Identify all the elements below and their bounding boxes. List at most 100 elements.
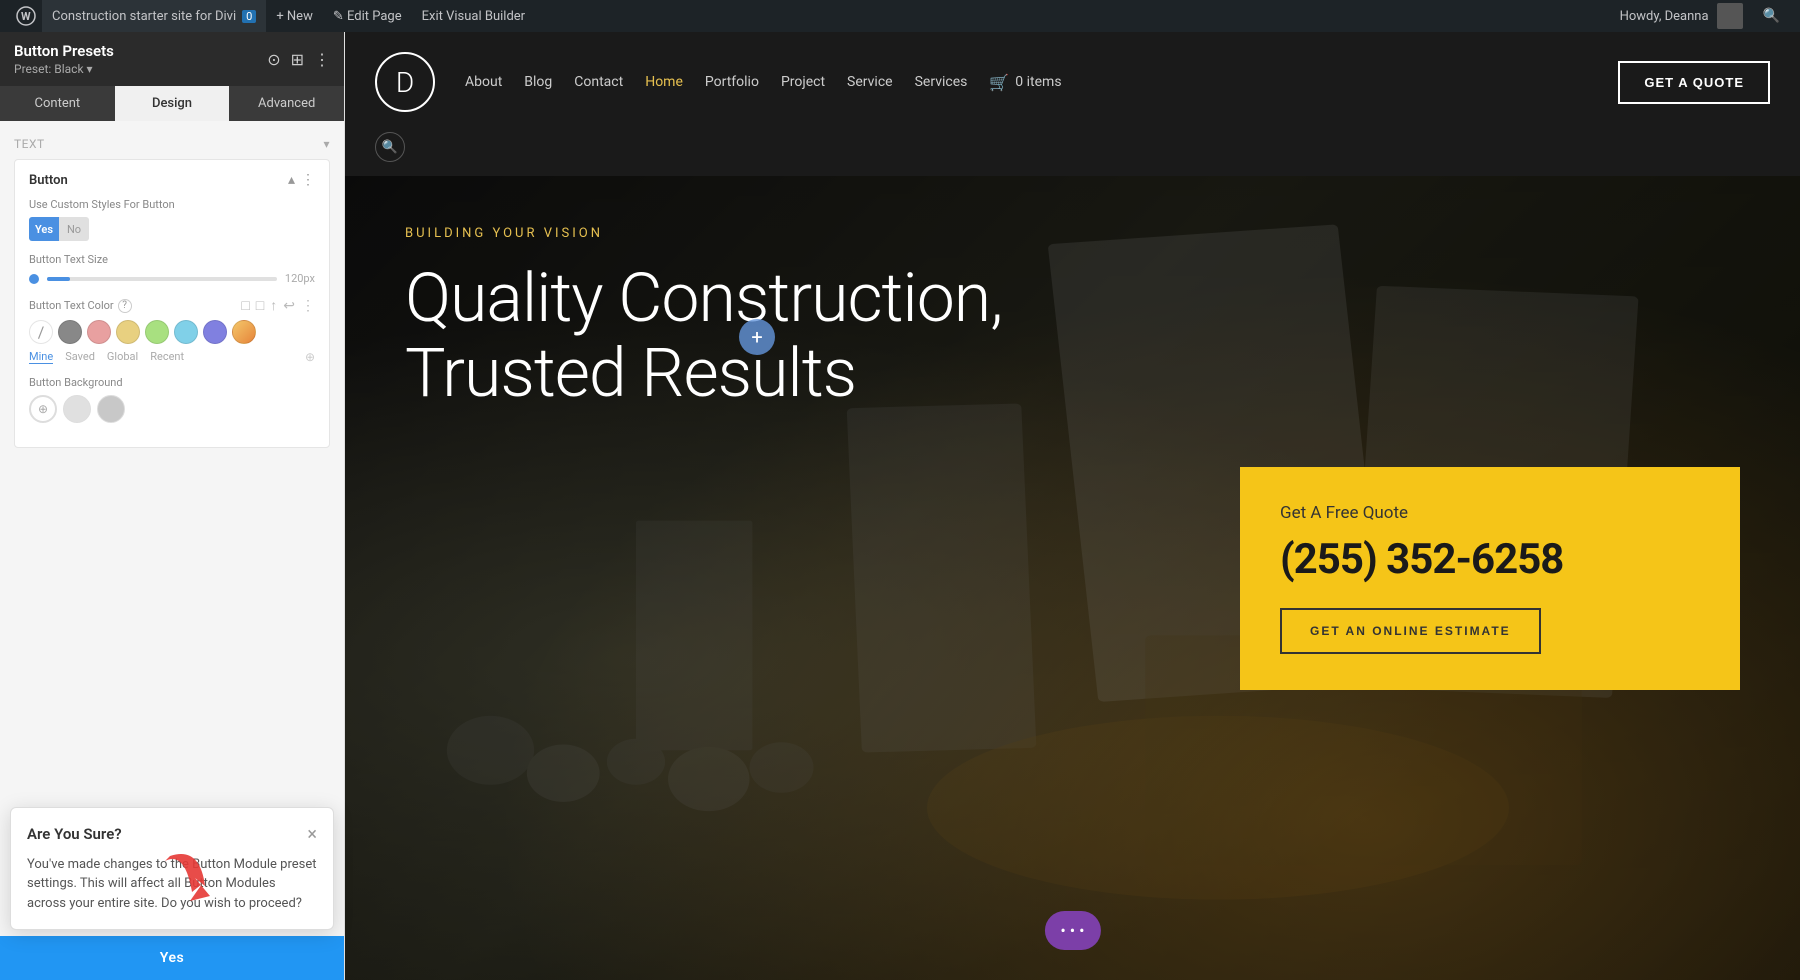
- admin-bar: W Construction starter site for Divi 0 +…: [0, 0, 1800, 32]
- edit-page-label: ✎ Edit Page: [333, 9, 402, 24]
- copy-icon[interactable]: □: [241, 297, 249, 314]
- collapse-icon[interactable]: ▴: [288, 172, 295, 188]
- text-section-label: Text ▾: [14, 137, 330, 151]
- text-expand-icon[interactable]: ▾: [323, 137, 330, 151]
- bg-swatch-transparent[interactable]: ⊕: [29, 395, 57, 423]
- slider-track[interactable]: [47, 277, 277, 281]
- add-module-button[interactable]: +: [739, 319, 775, 355]
- text-size-field: Button Text Size 120px: [29, 253, 315, 285]
- nav-project[interactable]: Project: [781, 74, 825, 90]
- hero-section: BUILDING YOUR VISION Quality Constructio…: [345, 176, 1800, 980]
- move-icon[interactable]: ↑: [270, 297, 277, 314]
- quote-card-phone: (255) 352-6258: [1280, 535, 1700, 584]
- tab-design[interactable]: Design: [115, 86, 230, 121]
- button-section: Button ▴ ⋮ Use Custom Styles For Button …: [14, 159, 330, 448]
- color-tabs: Mine Saved Global Recent ⊕: [29, 350, 315, 364]
- button-section-title: Button: [29, 173, 68, 188]
- tab-advanced[interactable]: Advanced: [229, 86, 344, 121]
- nav-blog[interactable]: Blog: [524, 74, 552, 90]
- new-button[interactable]: + New: [266, 0, 323, 32]
- toolbar-dots[interactable]: • • •: [1060, 921, 1084, 940]
- toggle-no[interactable]: No: [59, 217, 89, 241]
- button-bg-field: Button Background ⊕: [29, 376, 315, 423]
- site-logo: D: [375, 52, 435, 112]
- slider-handle[interactable]: [29, 274, 39, 284]
- paste-icon[interactable]: □: [256, 297, 264, 314]
- target-icon[interactable]: ⊙: [267, 50, 280, 69]
- confirm-close-button[interactable]: ×: [307, 824, 317, 845]
- cart-icon: 🛒: [989, 73, 1009, 92]
- get-quote-button[interactable]: GET A QUOTE: [1618, 61, 1770, 104]
- color-tab-add[interactable]: ⊕: [305, 350, 315, 364]
- arrow-indicator: [150, 836, 230, 920]
- edit-page-button[interactable]: ✎ Edit Page: [323, 0, 412, 32]
- nav-portfolio[interactable]: Portfolio: [705, 74, 759, 90]
- cart-count: 0 items: [1015, 74, 1061, 90]
- hero-title: Quality Construction, Trusted Results: [405, 261, 1240, 411]
- color-swatch-yellow[interactable]: [116, 320, 140, 344]
- sidebar-panel: Button Presets Preset: Black ▾ ⊙ ⊞ ⋮ Con…: [0, 32, 345, 980]
- sidebar-tabs: Content Design Advanced: [0, 86, 344, 121]
- sidebar-header-actions: ⊙ ⊞ ⋮: [267, 50, 330, 69]
- admin-search-icon[interactable]: 🔍: [1753, 8, 1790, 24]
- color-tab-recent[interactable]: Recent: [150, 350, 184, 364]
- site-name[interactable]: Construction starter site for Divi 0: [42, 0, 266, 32]
- page-toolbar[interactable]: • • •: [1044, 911, 1100, 950]
- nav-contact[interactable]: Contact: [574, 74, 623, 90]
- sidebar-preset-sub[interactable]: Preset: Black ▾: [14, 62, 114, 76]
- confirm-dialog-title: Are You Sure?: [27, 825, 122, 843]
- help-icon[interactable]: ?: [118, 299, 132, 313]
- columns-icon[interactable]: ⊞: [291, 50, 304, 69]
- avatar: [1717, 3, 1743, 29]
- slider-max-value: 120px: [285, 272, 315, 285]
- nav-service[interactable]: Service: [847, 74, 893, 90]
- page-area: D About Blog Contact Home Portfolio Proj…: [345, 32, 1800, 980]
- color-tab-mine[interactable]: Mine: [29, 350, 53, 364]
- yes-button[interactable]: Yes: [0, 936, 344, 980]
- nav-cart[interactable]: 🛒 0 items: [989, 73, 1061, 92]
- toggle-yes[interactable]: Yes: [29, 217, 59, 241]
- quote-card: Get A Free Quote (255) 352-6258 GET AN O…: [1240, 467, 1740, 690]
- color-tab-global[interactable]: Global: [107, 350, 138, 364]
- color-swatch-blue[interactable]: [174, 320, 198, 344]
- color-swatch-custom[interactable]: [232, 320, 256, 344]
- color-swatch-gray[interactable]: [58, 320, 82, 344]
- color-swatches: [29, 320, 315, 344]
- search-button[interactable]: 🔍: [375, 132, 405, 162]
- color-swatch-green[interactable]: [145, 320, 169, 344]
- exit-builder-button[interactable]: Exit Visual Builder: [412, 0, 535, 32]
- color-tab-saved[interactable]: Saved: [65, 350, 95, 364]
- button-bg-label: Button Background: [29, 376, 315, 389]
- color-swatch-none[interactable]: [29, 320, 53, 344]
- nav-about[interactable]: About: [465, 74, 502, 90]
- more-options-icon[interactable]: ⋮: [301, 298, 315, 314]
- color-swatch-purple[interactable]: [203, 320, 227, 344]
- estimate-button[interactable]: GET AN ONLINE ESTIMATE: [1280, 608, 1541, 654]
- text-color-label: Button Text Color ? □ □ ↑ ↩ ⋮: [29, 297, 315, 314]
- new-label: + New: [276, 9, 313, 24]
- sidebar-header: Button Presets Preset: Black ▾ ⊙ ⊞ ⋮: [0, 32, 344, 86]
- more-icon[interactable]: ⋮: [314, 50, 330, 69]
- hero-content: BUILDING YOUR VISION Quality Constructio…: [405, 226, 1240, 441]
- text-color-field: Button Text Color ? □ □ ↑ ↩ ⋮: [29, 297, 315, 364]
- tab-content[interactable]: Content: [0, 86, 115, 121]
- search-row: 🔍: [345, 132, 1800, 176]
- nav-services[interactable]: Services: [915, 74, 968, 90]
- howdy-text: Howdy, Deanna: [1620, 9, 1709, 24]
- button-bg-swatches: ⊕: [29, 395, 315, 423]
- use-custom-label: Use Custom Styles For Button: [29, 198, 315, 211]
- reset-icon[interactable]: ↩: [283, 298, 295, 314]
- nav-home[interactable]: Home: [645, 74, 683, 90]
- wp-logo-icon[interactable]: W: [10, 0, 42, 32]
- bg-swatch-medium[interactable]: [97, 395, 125, 423]
- svg-text:W: W: [21, 10, 31, 23]
- color-swatch-pink[interactable]: [87, 320, 111, 344]
- quote-card-label: Get A Free Quote: [1280, 503, 1700, 523]
- custom-styles-toggle[interactable]: Yes No: [29, 217, 89, 241]
- sidebar-title: Button Presets: [14, 42, 114, 60]
- section-more-icon[interactable]: ⋮: [301, 172, 315, 188]
- use-custom-styles-field: Use Custom Styles For Button Yes No: [29, 198, 315, 241]
- site-name-text: Construction starter site for Divi: [52, 9, 236, 24]
- text-size-label: Button Text Size: [29, 253, 315, 266]
- bg-swatch-light[interactable]: [63, 395, 91, 423]
